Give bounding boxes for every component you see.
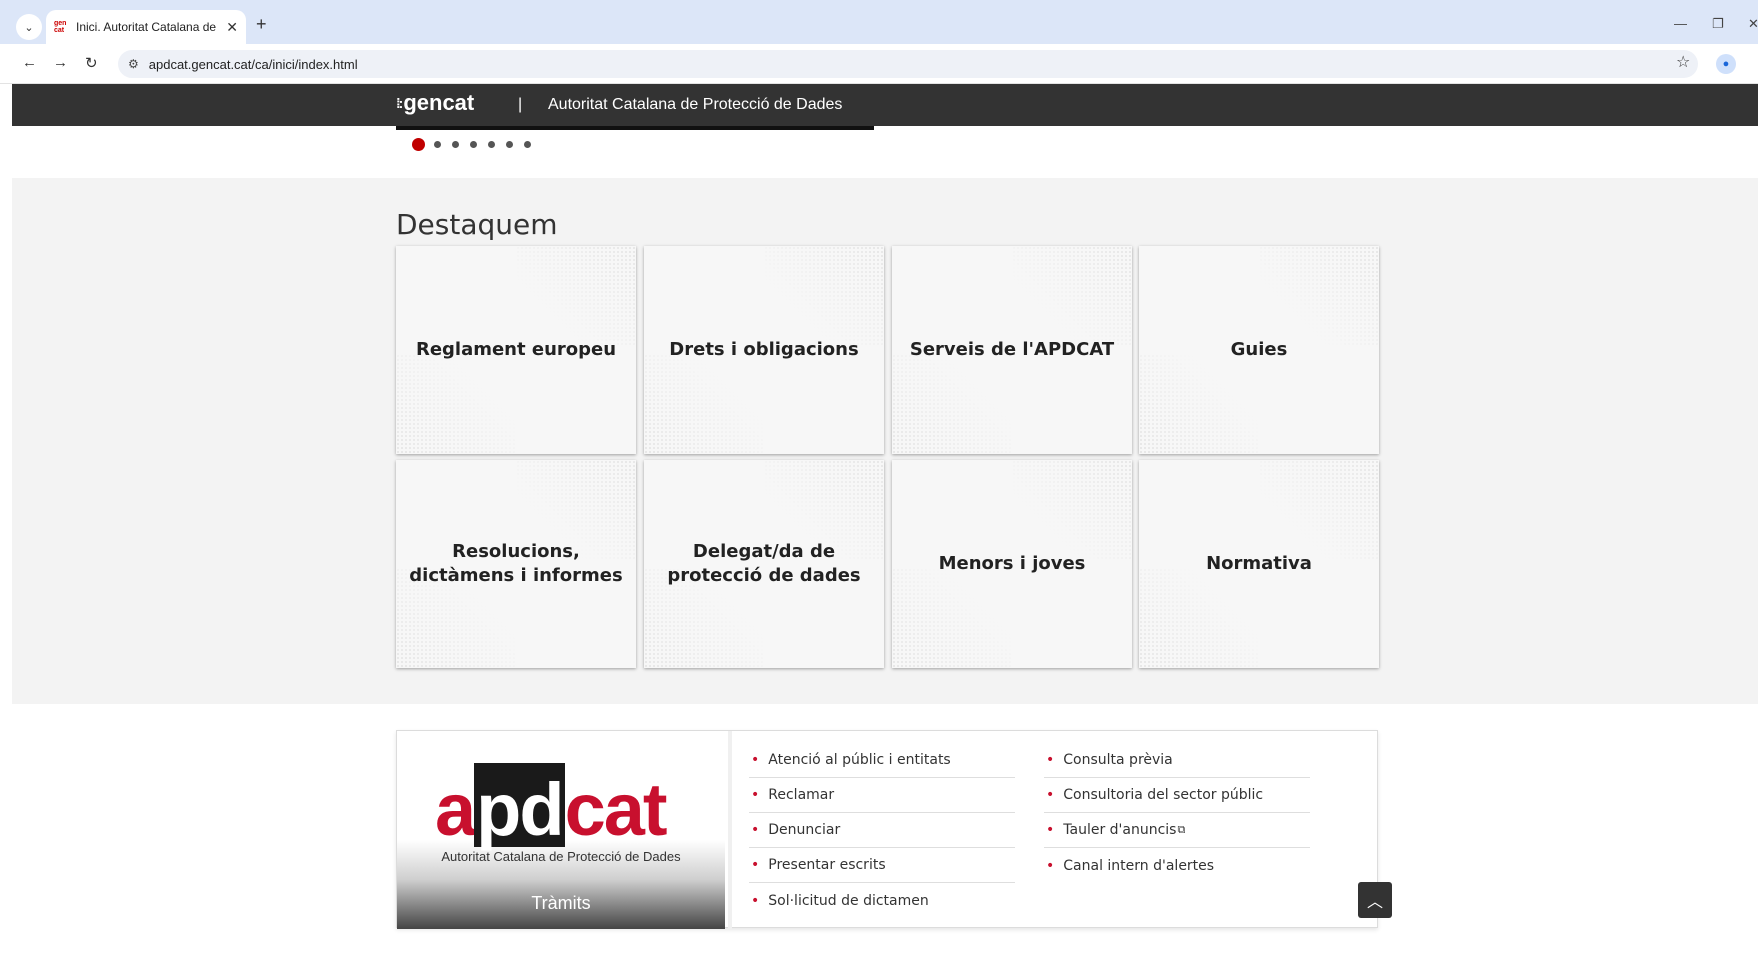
restore-icon[interactable]: ❐: [1712, 16, 1724, 32]
bookmark-star-icon[interactable]: ☆: [1676, 52, 1690, 72]
card-menors-joves[interactable]: Menors i joves: [892, 460, 1132, 668]
reload-icon[interactable]: ↻: [85, 54, 98, 72]
address-toolbar: ← → ↻ ⚙ apdcat.gencat.cat/ca/inici/index…: [0, 44, 1758, 84]
card-label: Menors i joves: [938, 553, 1086, 574]
card-label: Resolucions, dictàmens i informes: [409, 541, 623, 586]
chevron-up-icon: ︿: [1366, 894, 1383, 911]
back-to-top-button[interactable]: ︿: [1358, 882, 1392, 918]
profile-avatar-icon[interactable]: ●: [1716, 54, 1736, 74]
gencat-dots-icon: ⁞:: [396, 95, 403, 111]
slider-pagination: [412, 138, 542, 151]
tramits-label: Tràmits: [531, 893, 591, 913]
forward-arrow-icon[interactable]: →: [53, 54, 68, 71]
tramit-link-denunciar[interactable]: • Denunciar: [749, 813, 1015, 848]
slider-dot[interactable]: [506, 141, 513, 148]
slider-dot-active[interactable]: [412, 138, 425, 151]
tramit-link-reclamar[interactable]: • Reclamar: [749, 778, 1015, 813]
slider-image-bottom: [396, 126, 874, 130]
browser-tab-active[interactable]: gen cat Inici. Autoritat Catalana de Pro…: [46, 10, 246, 44]
tramit-link-presentar-escrits[interactable]: • Presentar escrits: [749, 848, 1015, 883]
tramit-link-label: Reclamar: [768, 787, 835, 803]
slider-dot[interactable]: [434, 141, 441, 148]
tramits-divider: [728, 731, 732, 929]
tramits-banner[interactable]: a pd cat Autoritat Catalana de Protecció…: [397, 731, 725, 929]
site-title-link[interactable]: Autoritat Catalana de Protecció de Dades: [548, 96, 842, 114]
site-header: ⁞: gencat | Autoritat Catalana de Protec…: [12, 84, 1758, 126]
card-label: Delegat/da de protecció de dades: [667, 541, 861, 586]
tramit-link-label: Consulta prèvia: [1063, 752, 1173, 768]
slider-dot[interactable]: [488, 141, 495, 148]
tab-search-chevron-icon[interactable]: ⌄: [16, 14, 42, 40]
section-title-destaquem: Destaquem: [396, 208, 558, 241]
bullet-icon: •: [751, 752, 760, 768]
card-delegat-proteccio[interactable]: Delegat/da de protecció de dades: [644, 460, 884, 668]
slider-dot[interactable]: [524, 141, 531, 148]
tramit-link-label: Atenció al públic i entitats: [768, 752, 951, 768]
card-label: Normativa: [1206, 553, 1312, 574]
tab-title: Inici. Autoritat Catalana de Prot: [76, 20, 220, 34]
apdcat-logo-subtitle: Autoritat Catalana de Protecció de Dades: [441, 849, 681, 864]
apdcat-logo-cat: cat: [564, 768, 668, 851]
tramit-link-label: Consultoria del sector públic: [1063, 787, 1264, 803]
bullet-icon: •: [1046, 752, 1055, 768]
bullet-icon: •: [1046, 857, 1055, 874]
destaquem-section: Destaquem Reglament europeu Drets i obli…: [12, 178, 1758, 704]
tramit-link-sollicitud-dictamen[interactable]: • Sol·licitud de dictamen: [749, 883, 1015, 918]
tramits-box: a pd cat Autoritat Catalana de Protecció…: [396, 730, 1378, 929]
url-bar[interactable]: ⚙ apdcat.gencat.cat/ca/inici/index.html: [118, 50, 1698, 78]
tramits-links-col1: • Atenció al públic i entitats • Reclama…: [749, 743, 1015, 918]
bullet-icon: •: [751, 822, 760, 838]
tramit-link-canal-alertes[interactable]: • Canal intern d'alertes: [1044, 848, 1310, 883]
gencat-favicon-icon: gen cat: [54, 20, 67, 34]
gencat-logo-text: gencat: [403, 90, 475, 115]
card-serveis-apdcat[interactable]: Serveis de l'APDCAT: [892, 246, 1132, 454]
bullet-icon: •: [751, 892, 760, 909]
apdcat-logo: a pd cat: [435, 757, 668, 851]
card-drets-obligacions[interactable]: Drets i obligacions: [644, 246, 884, 454]
tramit-link-tauler-anuncis[interactable]: • Tauler d'anuncis ⧉: [1044, 813, 1310, 848]
tab-close-icon[interactable]: ✕: [226, 19, 238, 36]
slider-dot[interactable]: [470, 141, 477, 148]
card-normativa[interactable]: Normativa: [1139, 460, 1379, 668]
tramits-links-col2: • Consulta prèvia • Consultoria del sect…: [1044, 743, 1310, 883]
tramit-link-label: Canal intern d'alertes: [1063, 857, 1215, 874]
apdcat-logo-pd: pd: [474, 763, 565, 847]
site-info-icon[interactable]: ⚙: [128, 57, 139, 71]
bullet-icon: •: [751, 857, 760, 873]
card-label: Drets i obligacions: [669, 339, 859, 360]
browser-tab-strip: ⌄ gen cat Inici. Autoritat Catalana de P…: [0, 0, 1758, 44]
tramit-link-label: Presentar escrits: [768, 857, 886, 873]
card-label: Reglament europeu: [415, 339, 617, 360]
tramit-link-consulta-previa[interactable]: • Consulta prèvia: [1044, 743, 1310, 778]
back-arrow-icon[interactable]: ←: [22, 54, 37, 71]
minimize-icon[interactable]: —: [1674, 16, 1687, 31]
slider-dot[interactable]: [452, 141, 459, 148]
bullet-icon: •: [751, 787, 760, 803]
card-resolucions[interactable]: Resolucions, dictàmens i informes: [396, 460, 636, 668]
card-guies[interactable]: Guies: [1139, 246, 1379, 454]
card-label: Serveis de l'APDCAT: [909, 339, 1115, 360]
external-link-icon: ⧉: [1177, 823, 1186, 836]
tramit-link-consultoria[interactable]: • Consultoria del sector públic: [1044, 778, 1310, 813]
gencat-logo[interactable]: ⁞: gencat: [396, 90, 474, 116]
card-reglament-europeu[interactable]: Reglament europeu: [396, 246, 636, 454]
tramit-link-label: Denunciar: [768, 822, 841, 838]
tramit-link-label: Sol·licitud de dictamen: [768, 892, 929, 909]
card-label: Guies: [1230, 339, 1288, 360]
apdcat-logo-a: a: [435, 768, 476, 851]
bullet-icon: •: [1046, 787, 1055, 803]
window-close-icon[interactable]: ✕: [1748, 16, 1758, 32]
tramit-link-label: Tauler d'anuncis: [1063, 822, 1177, 838]
header-separator: |: [518, 96, 523, 113]
new-tab-plus-icon[interactable]: +: [256, 14, 267, 35]
tramit-link-atencio[interactable]: • Atenció al públic i entitats: [749, 743, 1015, 778]
bullet-icon: •: [1046, 822, 1055, 838]
url-text: apdcat.gencat.cat/ca/inici/index.html: [148, 56, 358, 72]
